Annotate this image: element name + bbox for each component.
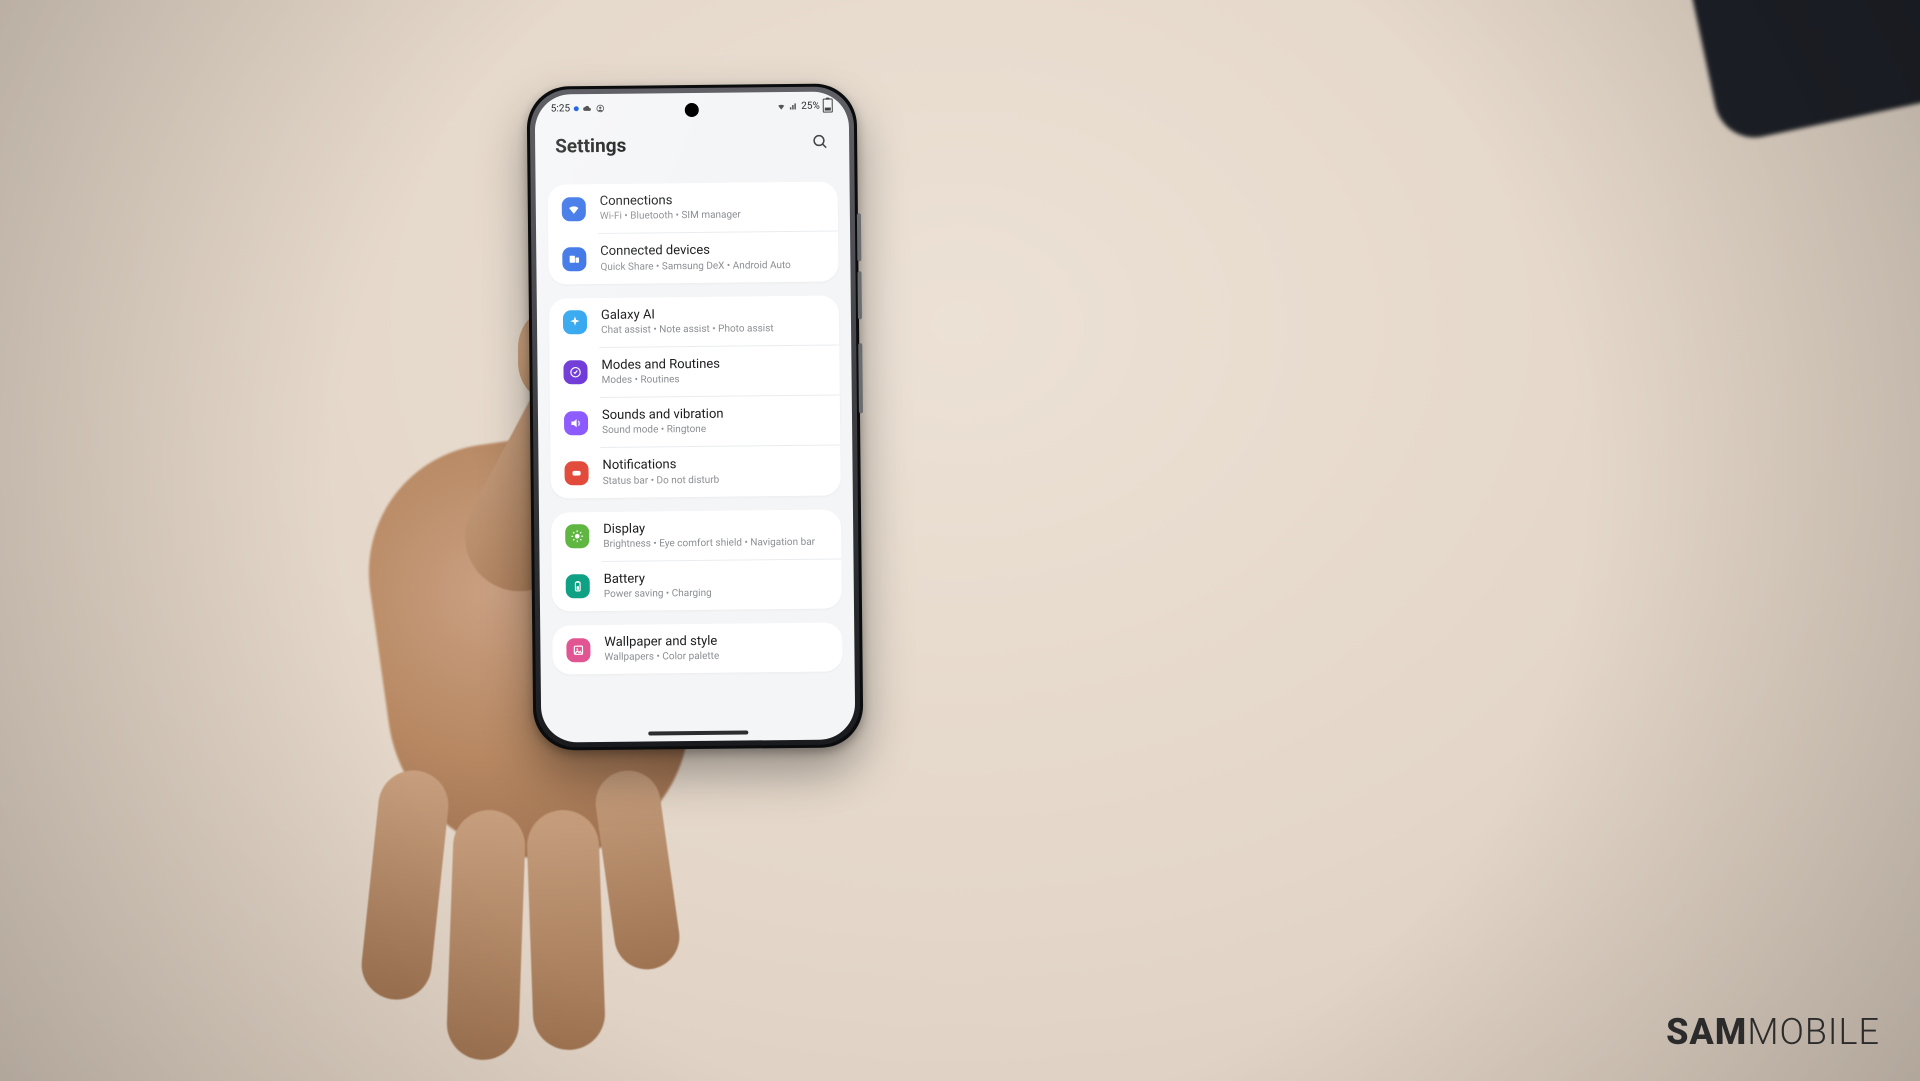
battery-icon [566, 574, 590, 598]
settings-item-display[interactable]: Display Brightness • Eye comfort shield … [551, 509, 841, 561]
background-object [1682, 0, 1920, 145]
settings-header: Settings [535, 131, 849, 171]
phone-screen: 5:25 25% [535, 91, 856, 742]
wallpaper-icon [566, 638, 590, 662]
item-subtitle: Brightness • Eye comfort shield • Naviga… [603, 536, 815, 551]
volume-down-button [857, 271, 862, 319]
page-title: Settings [555, 134, 626, 158]
settings-item-connected-devices[interactable]: Connected devices Quick Share • Samsung … [548, 232, 838, 284]
settings-list[interactable]: Connections Wi-Fi • Bluetooth • SIM mana… [536, 181, 856, 742]
item-title: Galaxy AI [601, 306, 774, 324]
settings-item-notifications[interactable]: Notifications Status bar • Do not distur… [550, 446, 840, 498]
item-title: Notifications [602, 457, 719, 474]
volume-up-button [857, 213, 862, 261]
settings-group: Connections Wi-Fi • Bluetooth • SIM mana… [548, 181, 839, 284]
watermark-bold: SAM [1666, 1011, 1747, 1053]
signal-icon [789, 101, 798, 110]
settings-item-wallpaper-style[interactable]: Wallpaper and style Wallpapers • Color p… [552, 622, 842, 674]
item-subtitle: Sound mode • Ringtone [602, 423, 724, 437]
settings-item-battery[interactable]: Battery Power saving • Charging [552, 559, 842, 611]
item-title: Battery [604, 571, 712, 588]
settings-item-galaxy-ai[interactable]: Galaxy AI Chat assist • Note assist • Ph… [549, 295, 839, 347]
settings-group: Galaxy AI Chat assist • Note assist • Ph… [549, 295, 841, 498]
display-icon [565, 524, 589, 548]
settings-group: Display Brightness • Eye comfort shield … [551, 509, 842, 612]
vignette [0, 0, 1920, 1081]
camera-hole [685, 103, 699, 117]
sparkle-icon [563, 310, 587, 334]
item-subtitle: Wi-Fi • Bluetooth • SIM manager [600, 209, 741, 223]
wifi-icon [562, 197, 586, 221]
photo-stage: 5:25 25% [0, 0, 1920, 1081]
phone-frame: 5:25 25% [527, 83, 864, 750]
settings-item-sounds-vibration[interactable]: Sounds and vibration Sound mode • Ringto… [550, 395, 840, 447]
item-subtitle: Wallpapers • Color palette [604, 650, 719, 664]
sound-icon [564, 411, 588, 435]
settings-group: Wallpaper and style Wallpapers • Color p… [552, 622, 842, 674]
account-icon [596, 103, 605, 112]
item-title: Wallpaper and style [604, 634, 719, 651]
settings-item-connections[interactable]: Connections Wi-Fi • Bluetooth • SIM mana… [548, 181, 838, 233]
item-title: Sounds and vibration [602, 407, 724, 425]
wifi-status-icon [777, 102, 786, 111]
routine-icon [563, 360, 587, 384]
item-subtitle: Power saving • Charging [604, 587, 712, 601]
item-title: Modes and Routines [601, 356, 720, 373]
item-title: Connections [600, 193, 741, 211]
cloud-icon [583, 104, 592, 113]
notif-icon [564, 461, 588, 485]
status-notification-dot [574, 106, 579, 111]
item-title: Connected devices [600, 242, 791, 260]
item-subtitle: Status bar • Do not disturb [603, 473, 720, 487]
battery-icon [823, 99, 833, 113]
item-subtitle: Chat assist • Note assist • Photo assist [601, 322, 774, 337]
item-subtitle: Modes • Routines [602, 373, 721, 387]
watermark-light: MOBILE [1747, 1011, 1880, 1053]
status-time: 5:25 [551, 103, 570, 114]
watermark: SAMMOBILE [1666, 1011, 1880, 1053]
search-icon[interactable] [811, 132, 829, 154]
power-button [858, 343, 863, 413]
item-subtitle: Quick Share • Samsung DeX • Android Auto [600, 258, 791, 273]
battery-percent: 25% [801, 100, 820, 111]
devices-icon [562, 247, 586, 271]
settings-item-modes-routines[interactable]: Modes and Routines Modes • Routines [549, 345, 839, 397]
